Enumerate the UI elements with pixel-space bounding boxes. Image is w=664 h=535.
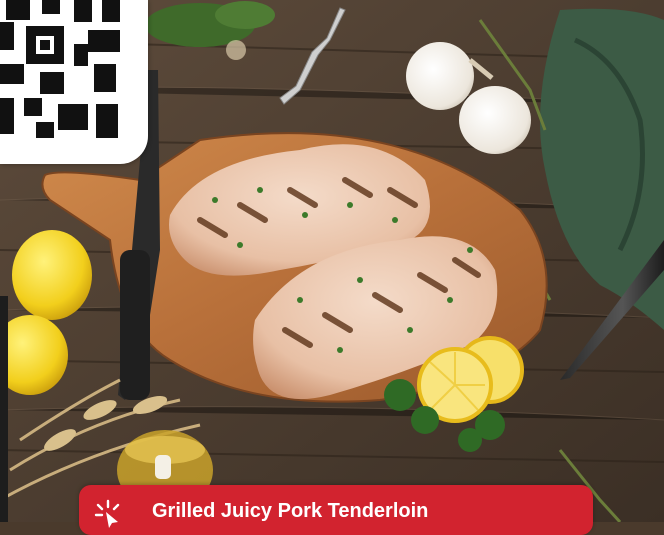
recipe-title: Grilled Juicy Pork Tenderloin	[152, 500, 429, 522]
qr-code[interactable]	[0, 0, 148, 164]
dark-edge	[0, 296, 8, 522]
sparkle-cursor-icon	[94, 499, 120, 528]
qr-code-icon	[0, 0, 120, 138]
recipe-title-banner[interactable]: Grilled Juicy Pork Tenderloin	[79, 485, 593, 535]
